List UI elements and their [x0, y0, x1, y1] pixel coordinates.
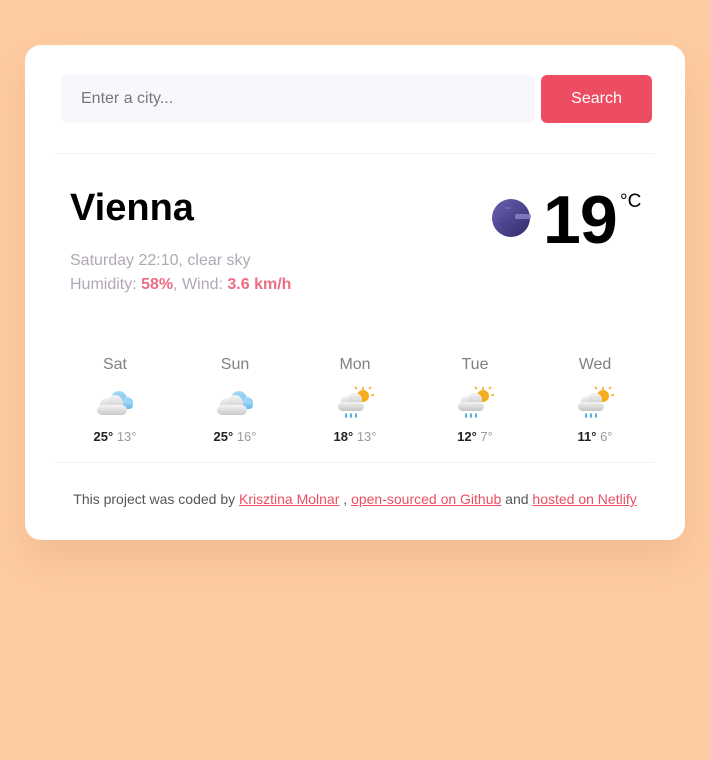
humidity-value: 58%	[141, 276, 174, 293]
forecast-day-name: Mon	[339, 356, 371, 373]
forecast-min-temp: 13°	[356, 429, 377, 444]
forecast-min-temp: 13°	[116, 429, 137, 444]
footer: This project was coded by Krisztina Moln…	[25, 491, 685, 507]
forecast-max-temp: 25°	[93, 429, 114, 444]
rain-sun-icon	[458, 386, 494, 418]
github-link[interactable]: open-sourced on Github	[351, 491, 501, 507]
divider	[55, 462, 655, 463]
wind-label: , Wind:	[173, 276, 228, 293]
forecast-day: Sun 25° 16°	[175, 355, 295, 444]
forecast-temps: 25° 16°	[175, 429, 295, 444]
cloudy-icon	[97, 391, 133, 415]
author-link[interactable]: Krisztina Molnar	[239, 491, 339, 507]
forecast-min-temp: 16°	[236, 429, 257, 444]
forecast-temps: 25° 13°	[55, 429, 175, 444]
forecast-day-name: Wed	[578, 356, 612, 373]
humidity-wind-line: Humidity: 58%, Wind: 3.6 km/h	[70, 273, 291, 297]
forecast-min-temp: 6°	[600, 429, 613, 444]
forecast: Sat 25° 13° Sun 25° 16° Mon 18° 13° Tue 12° 7° W…	[55, 355, 655, 465]
forecast-max-temp: 11°	[577, 429, 597, 444]
forecast-day: Tue 12° 7°	[415, 355, 535, 444]
search-input[interactable]	[61, 75, 535, 123]
city-name: Vienna	[70, 187, 194, 229]
footer-separator: ,	[339, 491, 352, 507]
search-button[interactable]: Search	[541, 75, 652, 123]
forecast-temps: 18° 13°	[295, 429, 415, 444]
search-form: Search	[61, 75, 652, 123]
footer-text: This project was coded by	[73, 491, 240, 507]
weather-description: Saturday 22:10, clear sky	[70, 252, 251, 269]
rain-sun-icon	[578, 386, 614, 418]
rain-sun-icon	[338, 386, 374, 418]
weather-details: Saturday 22:10, clear sky Humidity: 58%,…	[70, 249, 291, 297]
forecast-day: Wed 11° 6°	[535, 355, 655, 444]
moon-icon	[492, 199, 531, 237]
footer-separator: and	[501, 491, 533, 507]
forecast-temps: 11° 6°	[535, 429, 655, 444]
current-temperature: 19	[543, 182, 618, 258]
cloudy-icon	[217, 391, 253, 415]
forecast-temps: 12° 7°	[415, 429, 535, 444]
forecast-max-temp: 25°	[213, 429, 234, 444]
forecast-day: Mon 18° 13°	[295, 355, 415, 444]
netlify-link[interactable]: hosted on Netlify	[532, 491, 636, 507]
wind-value: 3.6 km/h	[227, 276, 292, 293]
forecast-day-name: Sat	[102, 356, 127, 373]
forecast-day-name: Tue	[461, 356, 489, 373]
forecast-day-name: Sun	[220, 356, 250, 373]
forecast-min-temp: 7°	[480, 429, 493, 444]
forecast-max-temp: 18°	[333, 429, 354, 444]
divider	[55, 153, 655, 154]
temperature-unit: °C	[620, 191, 642, 212]
forecast-max-temp: 12°	[457, 429, 477, 444]
humidity-label: Humidity:	[70, 276, 142, 293]
forecast-day: Sat 25° 13°	[55, 355, 175, 444]
weather-card: Search Vienna Saturday 22:10, clear sky …	[25, 45, 685, 540]
